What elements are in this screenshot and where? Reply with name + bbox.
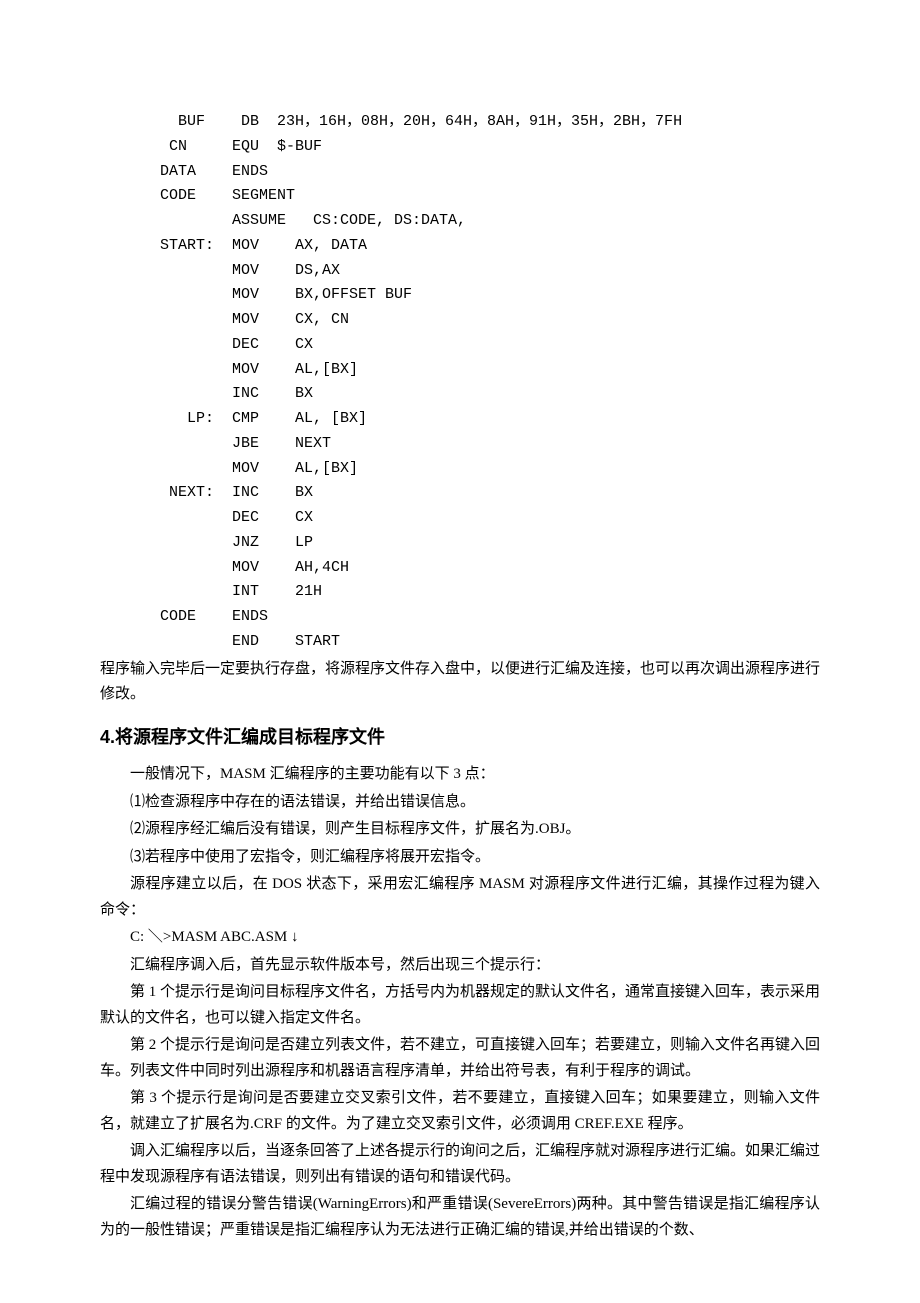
paragraph: 调入汇编程序以后，当逐条回答了上述各提示行的询问之后，汇编程序就对源程序进行汇编…	[100, 1139, 820, 1190]
code-line: MOV AH,4CH	[160, 559, 349, 576]
code-line: JNZ LP	[160, 534, 313, 551]
paragraph: C: ＼>MASM ABC.ASM ↓	[100, 925, 820, 951]
paragraph: ⑵源程序经汇编后没有错误，则产生目标程序文件，扩展名为.OBJ。	[100, 817, 820, 843]
code-line: INT 21H	[160, 583, 322, 600]
paragraph: 汇编程序调入后，首先显示软件版本号，然后出现三个提示行：	[100, 953, 820, 979]
paragraph: 源程序建立以后，在 DOS 状态下，采用宏汇编程序 MASM 对源程序文件进行汇…	[100, 872, 820, 923]
code-line: JBE NEXT	[160, 435, 331, 452]
paragraph: 第 1 个提示行是询问目标程序文件名，方括号内为机器规定的默认文件名，通常直接键…	[100, 980, 820, 1031]
code-line: DEC CX	[160, 336, 313, 353]
paragraph: ⑶若程序中使用了宏指令，则汇编程序将展开宏指令。	[100, 845, 820, 871]
code-line: INC BX	[160, 385, 313, 402]
code-line: MOV AL,[BX]	[160, 460, 358, 477]
code-line: DATA ENDS	[160, 163, 268, 180]
code-line: CODE SEGMENT	[160, 187, 295, 204]
section-heading: 4.将源程序文件汇编成目标程序文件	[100, 722, 820, 753]
paragraph: 第 3 个提示行是询问是否要建立交叉索引文件，若不要建立，直接键入回车；如果要建…	[100, 1086, 820, 1137]
code-line: DEC CX	[160, 509, 313, 526]
code-line: MOV DS,AX	[160, 262, 340, 279]
paragraph: 一般情况下，MASM 汇编程序的主要功能有以下 3 点：	[100, 762, 820, 788]
paragraph-after-code: 程序输入完毕后一定要执行存盘，将源程序文件存入盘中，以便进行汇编及连接，也可以再…	[100, 657, 820, 708]
code-line: BUF DB 23H，16H，08H，20H，64H，8AH，91H，35H，2…	[160, 113, 682, 130]
code-line: NEXT: INC BX	[160, 484, 313, 501]
code-line: START: MOV AX, DATA	[160, 237, 367, 254]
code-line: MOV CX, CN	[160, 311, 349, 328]
code-block: BUF DB 23H，16H，08H，20H，64H，8AH，91H，35H，2…	[160, 110, 820, 655]
paragraph: 第 2 个提示行是询问是否建立列表文件，若不建立，可直接键入回车；若要建立，则输…	[100, 1033, 820, 1084]
code-line: ASSUME CS:CODE, DS:DATA,	[160, 212, 466, 229]
code-line: CODE ENDS	[160, 608, 268, 625]
code-line: MOV BX,OFFSET BUF	[160, 286, 412, 303]
code-line: CN EQU $-BUF	[160, 138, 322, 155]
code-line: END START	[160, 633, 340, 650]
code-line: LP: CMP AL, [BX]	[160, 410, 367, 427]
code-line: MOV AL,[BX]	[160, 361, 358, 378]
paragraph: ⑴检查源程序中存在的语法错误，并给出错误信息。	[100, 790, 820, 816]
paragraph: 汇编过程的错误分警告错误(WarningErrors)和严重错误(SevereE…	[100, 1192, 820, 1243]
